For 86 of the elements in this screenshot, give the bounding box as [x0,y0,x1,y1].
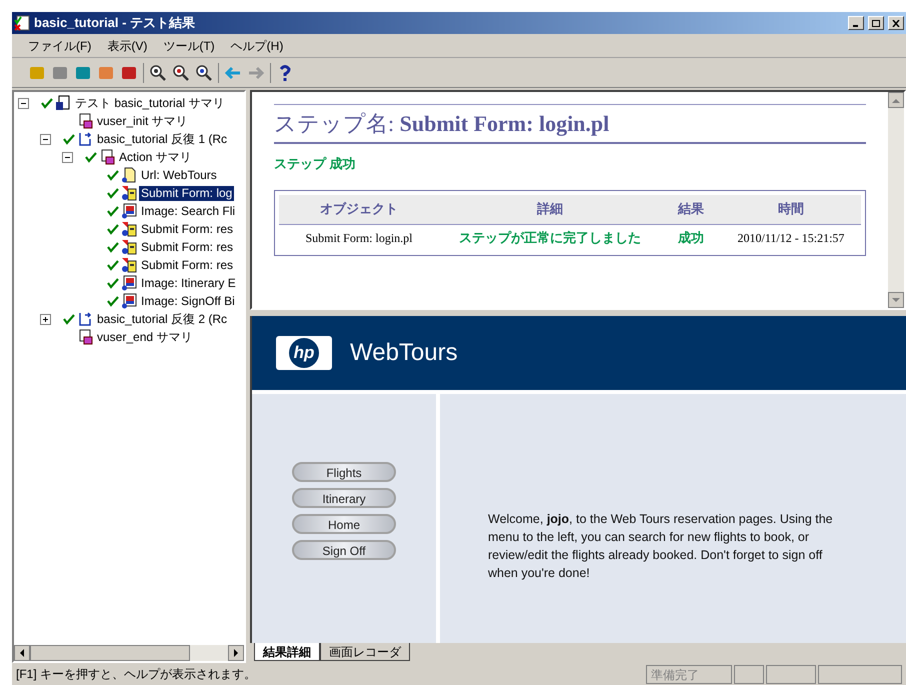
vertical-scrollbar[interactable] [888,92,904,308]
table-cell-text: Submit Form: login.pl [304,230,414,246]
nav-button[interactable]: Sign Off [292,540,396,560]
nav-button[interactable]: Itinerary [292,488,396,508]
maximize-button[interactable] [868,16,884,30]
down-arrow-icon [892,298,900,302]
tree-item[interactable]: Action サマリ [117,150,194,164]
check-icon [107,169,119,181]
script-icon [77,113,93,129]
check-icon [107,277,119,289]
form-icon [121,185,137,201]
iteration-icon [77,131,93,147]
check-icon [107,259,119,271]
column-header: 詳細 [536,200,564,218]
form-icon [121,257,137,273]
check-icon [63,313,75,325]
right-arrow-icon [233,649,239,657]
step-status: ステップ 成功 [274,155,357,173]
status-pane [734,664,764,684]
tree-item[interactable]: vuser_end サマリ [95,330,194,344]
page-icon [121,167,137,183]
menu-item[interactable]: ヘルプ(H) [230,36,284,54]
tree-item[interactable]: Submit Form: res [139,240,236,254]
tree-item[interactable]: vuser_init サマリ [95,114,190,128]
tree-item[interactable]: テスト basic_tutorial サマリ [73,96,226,110]
close-icon [892,20,900,26]
collapse-toggle[interactable] [40,134,51,144]
collapse-toggle[interactable] [18,98,29,108]
tree-item[interactable]: Submit Form: res [139,258,236,272]
tree-item[interactable]: Image: Itinerary E [139,276,238,290]
column-header: 結果 [676,200,705,218]
image-icon [121,275,137,291]
table-cell-text: ステップが正常に完了しました [458,228,642,247]
check-icon [85,151,97,163]
close-button[interactable] [888,16,904,30]
up-arrow-icon [892,98,900,102]
status-field: 準備完了 [646,664,732,684]
tree-item[interactable]: Image: Search Fli [139,204,238,218]
table-cell-text: 2010/11/12 - 15:21:57 [736,230,846,246]
check-icon [107,223,119,235]
script-icon [99,149,115,165]
tree-item[interactable]: Submit Form: res [139,222,236,236]
tab[interactable]: 結果詳細 [254,643,320,661]
check-icon [107,205,119,217]
plus-icon [42,316,49,322]
tab[interactable]: 画面レコーダ [320,643,410,661]
check-icon [107,187,119,199]
check-icon [107,295,119,307]
column-header: 時間 [777,200,805,218]
status-pane [766,664,816,684]
menu-item[interactable]: ファイル(F) [28,36,92,54]
minimize-button[interactable] [848,16,864,30]
tree-item[interactable]: Url: WebTours [139,168,219,182]
find-icon[interactable] [149,64,167,82]
tree-item[interactable]: basic_tutorial 反復 1 (Rc [95,132,230,146]
maximize-icon [872,20,880,26]
status-text: [F1] キーを押すと、ヘルプが表示されます。 [16,666,258,683]
form-icon [121,239,137,255]
script-icon [77,329,93,345]
tree-item[interactable]: basic_tutorial 反復 2 (Rc [95,312,230,326]
collapse-toggle[interactable] [62,152,73,162]
brand-name: WebTours [350,338,458,368]
nav-button[interactable]: Home [292,514,396,534]
image-icon [121,203,137,219]
iteration-icon [77,311,93,327]
menu-item[interactable]: ツール(T) [163,36,215,54]
nav-button[interactable]: Flights [292,462,396,482]
table-cell-text: 成功 [676,228,705,247]
step-title: ステップ名: Submit Form: login.pl [274,110,610,138]
tree-item[interactable]: Submit Form: log [139,186,234,200]
check-icon [63,133,75,145]
menu-item[interactable]: 表示(V) [107,36,148,54]
welcome-text: Welcome, jojo, to the Web Tours reservation pages. Using the menu to the left, you can search for new flights to book, or review/edit the flights already booked. Don't forget to sign off when you're done! [488,511,834,582]
tree-item[interactable]: Image: SignOff Bi [139,294,237,308]
left-arrow-icon [19,649,25,657]
check-icon [107,241,119,253]
form-icon [121,221,137,237]
logo: hp [276,336,332,370]
expand-toggle[interactable] [40,314,51,324]
check-icon [41,97,53,109]
document-icon [55,95,71,111]
window-title: basic_tutorial - テスト結果 [34,14,196,32]
horizontal-scrollbar[interactable] [14,645,244,661]
app-icon [14,15,30,31]
column-header: オブジェクト [319,200,399,218]
image-icon [121,293,137,309]
